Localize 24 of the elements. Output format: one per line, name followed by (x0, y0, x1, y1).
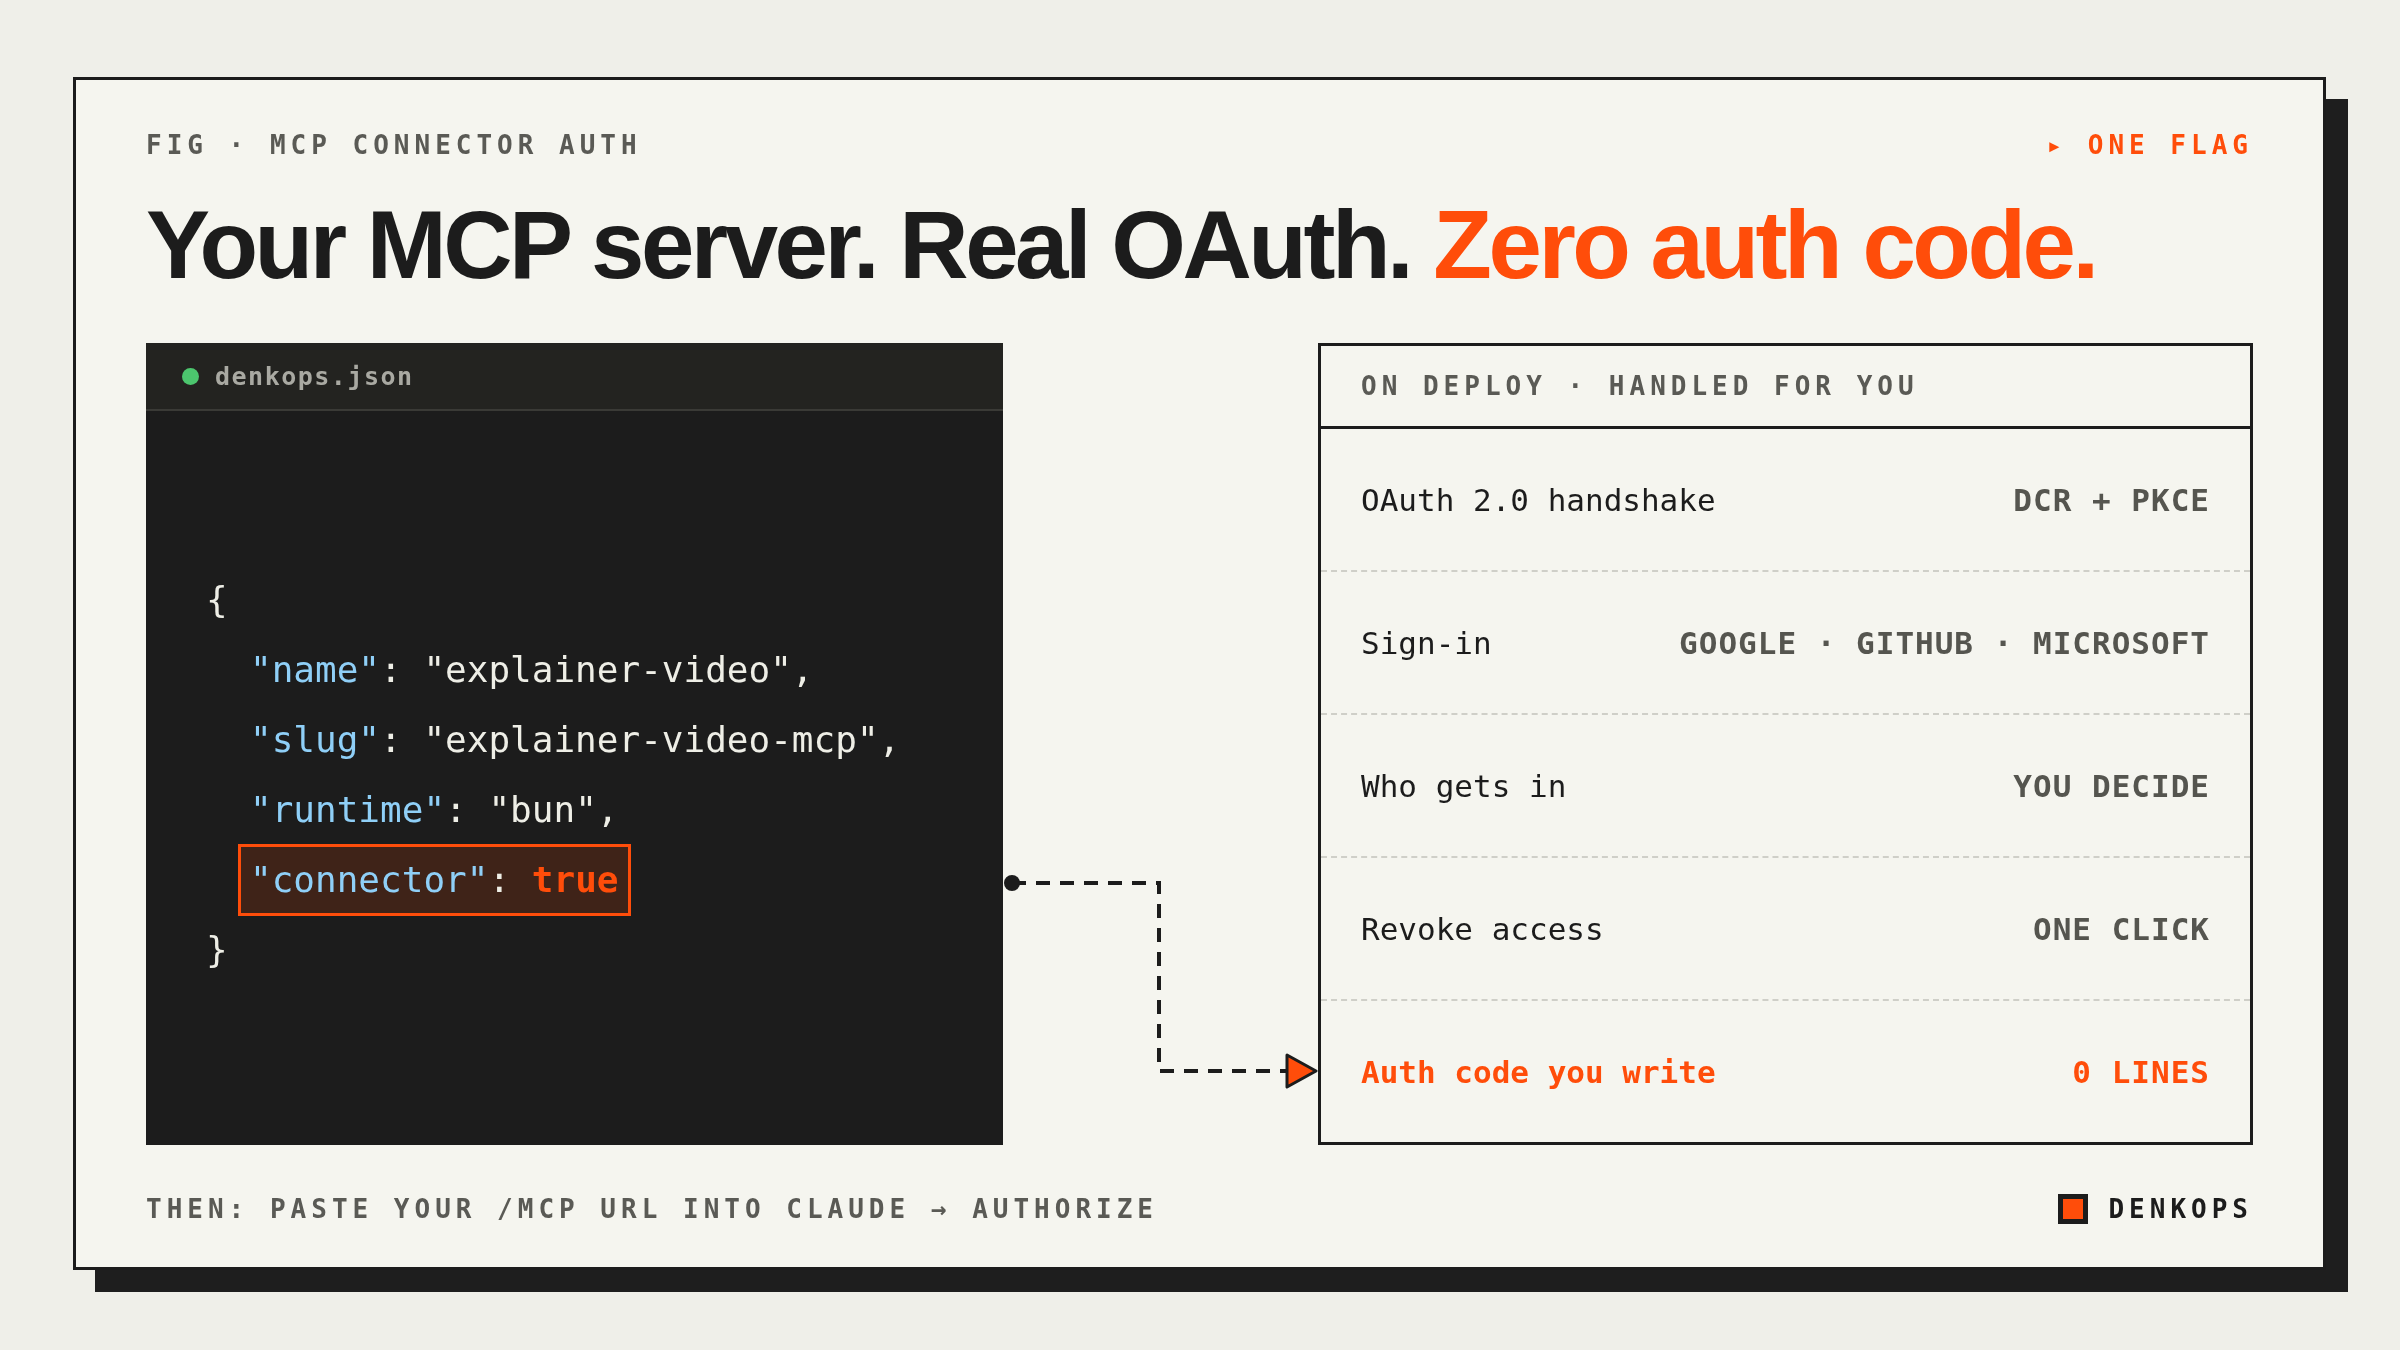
flag-label: ▸ ONE FLAG (2046, 130, 2253, 160)
file-name: denkops.json (215, 361, 414, 391)
row-label: Auth code you write (1361, 1053, 1716, 1090)
row-value: YOU DECIDE (2013, 767, 2210, 804)
table-header: ON DEPLOY · HANDLED FOR YOU (1361, 371, 1919, 401)
row-value: DCR + PKCE (2013, 481, 2210, 518)
code-line: "runtime": "bun", (250, 788, 619, 832)
code-line: "slug": "explainer-video-mcp", (250, 718, 901, 762)
row-value: 0 LINES (2072, 1053, 2210, 1090)
figure-label: FIG · MCP CONNECTOR AUTH (146, 130, 642, 160)
footer-note: THEN: PASTE YOUR /MCP URL INTO CLAUDE → AUTHORIZE (146, 1194, 1158, 1224)
square-logo-icon (2058, 1194, 2089, 1224)
headline: Your MCP server. Real OAuth. Zero auth code. (146, 190, 2097, 300)
code-line: { (206, 578, 228, 622)
code-line: } (206, 928, 228, 972)
row-label: Who gets in (1361, 767, 1567, 804)
row-label: Sign-in (1361, 624, 1492, 661)
brand-name: DENKOPS (2108, 1194, 2253, 1224)
row-value: ONE CLICK (2033, 910, 2210, 947)
row-value: GOOGLE · GITHUB · MICROSOFT (1679, 624, 2210, 661)
status-dot-icon (182, 367, 199, 385)
row-label: OAuth 2.0 handshake (1361, 481, 1716, 518)
code-line: "name": "explainer-video", (250, 648, 814, 692)
row-label: Revoke access (1361, 910, 1604, 947)
